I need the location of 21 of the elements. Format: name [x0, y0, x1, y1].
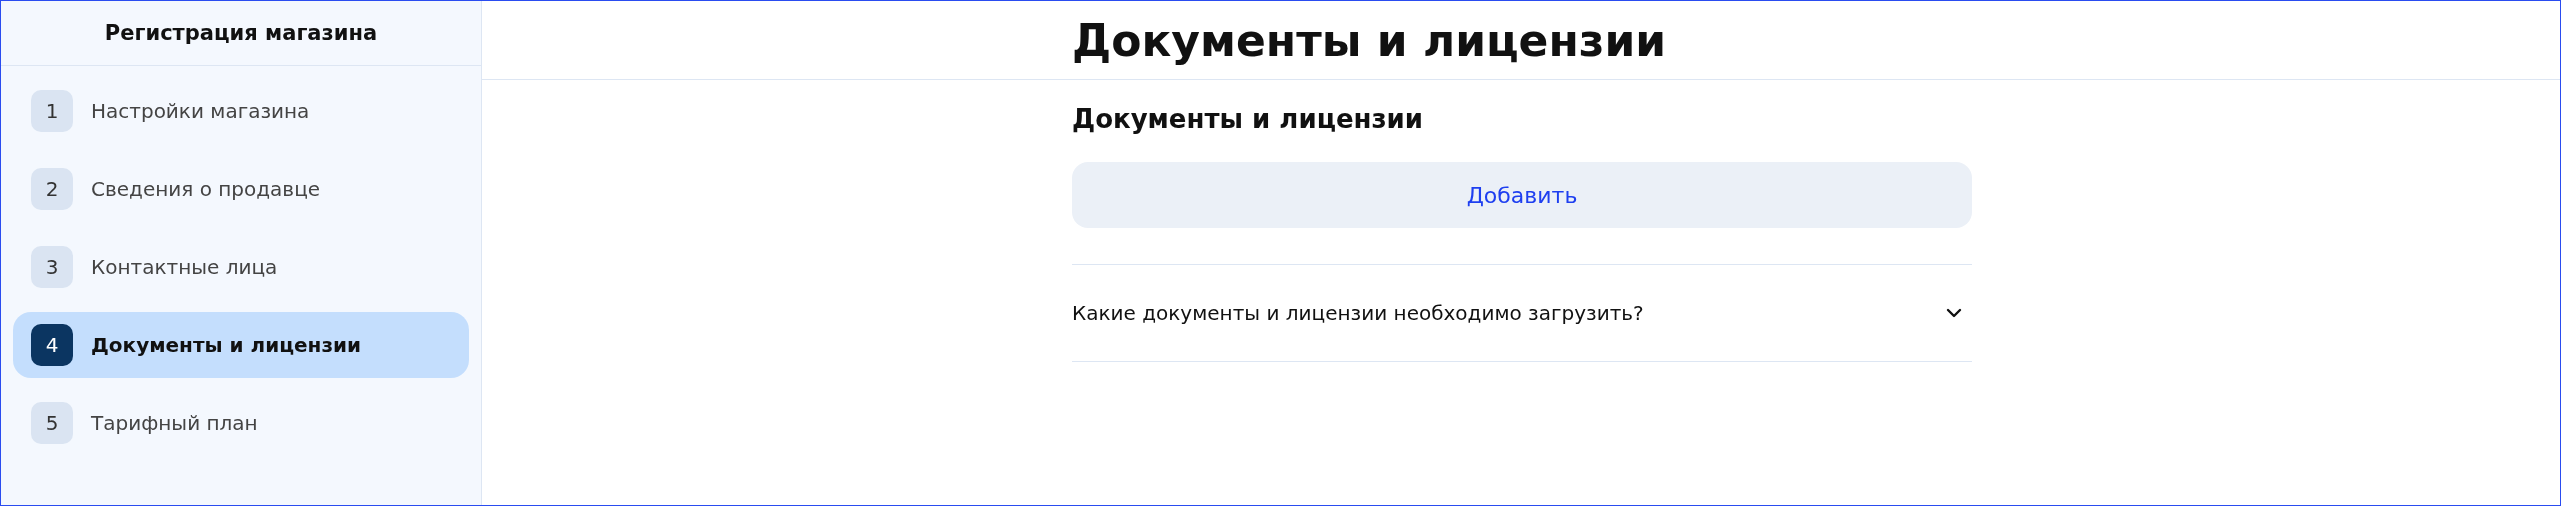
- step-item[interactable]: 5 Тарифный план: [13, 390, 469, 456]
- step-item[interactable]: 4 Документы и лицензии: [13, 312, 469, 378]
- step-item[interactable]: 1 Настройки магазина: [13, 78, 469, 144]
- step-label: Настройки магазина: [91, 99, 310, 123]
- step-number: 4: [31, 324, 73, 366]
- faq-item[interactable]: Какие документы и лицензии необходимо загрузить?: [1072, 265, 1972, 362]
- step-number: 2: [31, 168, 73, 210]
- page-title: Документы и лицензии: [1072, 14, 1668, 66]
- faq-question: Какие документы и лицензии необходимо загрузить?: [1072, 301, 1644, 325]
- step-item[interactable]: 2 Сведения о продавце: [13, 156, 469, 222]
- step-number: 1: [31, 90, 73, 132]
- step-item[interactable]: 3 Контактные лица: [13, 234, 469, 300]
- step-number: 3: [31, 246, 73, 288]
- step-label: Контактные лица: [91, 255, 278, 279]
- add-button[interactable]: Добавить: [1072, 162, 1972, 228]
- step-number: 5: [31, 402, 73, 444]
- step-label: Документы и лицензии: [91, 333, 362, 357]
- step-label: Тарифный план: [91, 411, 258, 435]
- sidebar-title: Регистрация магазина: [104, 21, 378, 45]
- section-title: Документы и лицензии: [1072, 104, 1425, 134]
- step-label: Сведения о продавце: [91, 177, 321, 201]
